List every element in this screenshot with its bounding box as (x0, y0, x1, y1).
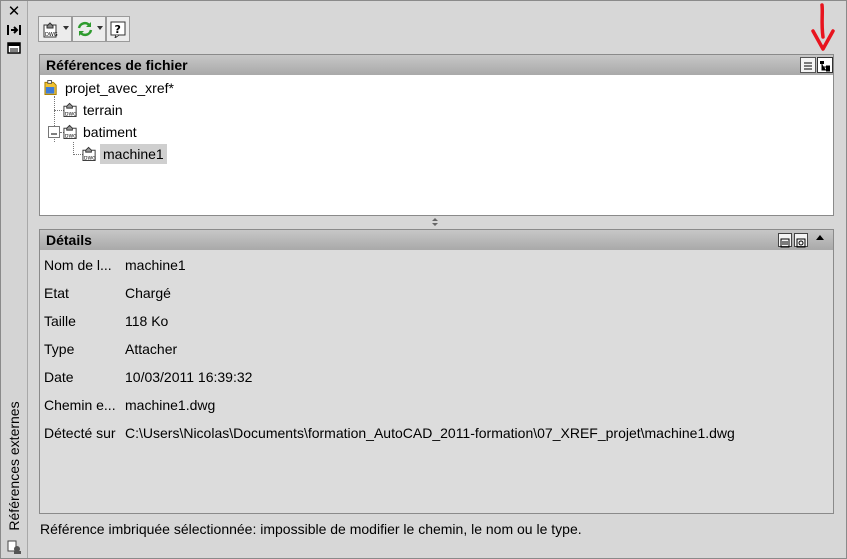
detail-key: Taille (44, 313, 76, 329)
xref-palette-icon (6, 539, 22, 555)
tree-node-machine1[interactable]: DWG machine1 (82, 144, 212, 164)
dwg-xref-icon: DWG (63, 124, 77, 140)
collapse-up-icon[interactable] (816, 235, 824, 240)
detail-row-found-at[interactable]: Détecté sur C:\Users\Nicolas\Documents\f… (40, 422, 830, 444)
detail-value: 118 Ko (125, 313, 169, 329)
detail-key: Chemin e... (44, 397, 116, 413)
detail-value: Chargé (125, 285, 171, 301)
detail-row-saved-path[interactable]: Chemin e... machine1.dwg (40, 394, 830, 416)
svg-text:?: ? (115, 23, 121, 36)
detail-value: C:\Users\Nicolas\Documents\formation_Aut… (125, 425, 735, 441)
drawing-file-icon (44, 80, 57, 95)
tree-node-label: batiment (83, 124, 137, 140)
tree-node-root[interactable]: projet_avec_xref* (44, 78, 244, 98)
dwg-xref-icon: DWG (82, 146, 96, 162)
tree-node-label: projet_avec_xref* (65, 80, 174, 96)
help-button[interactable]: ? (106, 16, 130, 42)
palette-title-bar[interactable]: ✕ Références externes (1, 1, 28, 558)
detail-row-size[interactable]: Taille 118 Ko (40, 310, 830, 332)
refresh-button[interactable] (72, 16, 106, 42)
detail-key: Détecté sur (44, 425, 116, 441)
file-references-tree[interactable]: projet_avec_xref* DWG terrain DWG batime… (39, 75, 834, 216)
refresh-icon (77, 21, 93, 37)
detail-row-name[interactable]: Nom de l... machine1 (40, 254, 830, 276)
chevron-down-icon[interactable] (63, 26, 69, 30)
dwg-xref-icon: DWG (63, 102, 77, 118)
tree-node-label: terrain (83, 102, 123, 118)
list-view-icon[interactable] (800, 57, 816, 73)
detail-key: Etat (44, 285, 69, 301)
annotation-arrow-icon (811, 3, 835, 51)
xref-palette: ✕ Références externes DWG ? Références d… (0, 0, 847, 559)
detail-row-date[interactable]: Date 10/03/2011 16:39:32 (40, 366, 830, 388)
detail-value: machine1.dwg (125, 397, 216, 413)
detail-row-status[interactable]: Etat Chargé (40, 282, 830, 304)
palette-title: Références externes (6, 401, 22, 531)
auto-hide-icon[interactable] (6, 23, 22, 37)
tree-node-label-selected: machine1 (100, 144, 167, 164)
svg-text:DWG: DWG (65, 112, 77, 118)
collapse-toggle[interactable] (48, 126, 60, 138)
details-panel: Nom de l... machine1 Etat Chargé Taille … (39, 250, 834, 514)
properties-icon[interactable] (6, 41, 22, 55)
tree-node-batiment[interactable]: DWG batiment (63, 122, 183, 142)
close-icon[interactable]: ✕ (6, 4, 22, 19)
file-references-header: Références de fichier (39, 54, 834, 76)
palette-content: DWG ? Références de fichier projet_avec_… (28, 1, 846, 558)
details-title: Détails (46, 232, 92, 248)
file-references-title: Références de fichier (46, 57, 188, 73)
detail-value: machine1 (125, 257, 186, 273)
svg-text:DWG: DWG (45, 32, 58, 38)
tree-node-terrain[interactable]: DWG terrain (63, 100, 183, 120)
attach-dwg-button[interactable]: DWG (38, 16, 72, 42)
help-icon: ? (110, 21, 126, 38)
detail-key: Date (44, 369, 74, 385)
details-header: Détails (39, 229, 834, 251)
detail-key: Type (44, 341, 75, 357)
tree-view-icon[interactable] (817, 57, 833, 73)
chevron-down-icon[interactable] (97, 26, 103, 30)
svg-text:DWG: DWG (84, 156, 96, 162)
detail-value: Attacher (125, 341, 178, 357)
details-view-icon[interactable] (778, 233, 792, 248)
detail-key: Nom de l... (44, 257, 112, 273)
preview-icon[interactable] (794, 233, 808, 248)
detail-value: 10/03/2011 16:39:32 (125, 369, 253, 385)
attach-dwg-icon: DWG (43, 22, 58, 38)
svg-text:DWG: DWG (65, 134, 77, 140)
detail-row-type[interactable]: Type Attacher (40, 338, 830, 360)
status-message: Référence imbriquée sélectionnée: imposs… (40, 521, 582, 537)
splitter-grip-icon[interactable] (430, 216, 440, 228)
